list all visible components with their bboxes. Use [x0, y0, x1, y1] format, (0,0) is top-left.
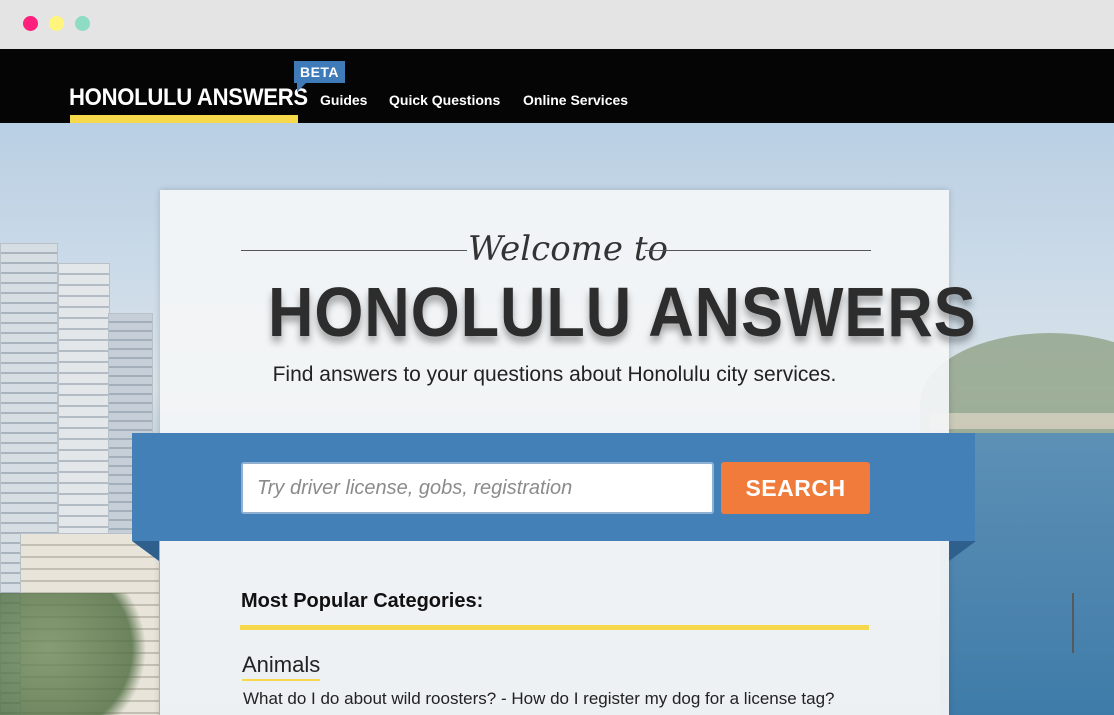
nav-link-online-services[interactable]: Online Services	[523, 92, 628, 108]
palm-trees	[0, 593, 160, 715]
sailboat	[1072, 593, 1112, 653]
page-title: HONOLULU ANSWERS	[268, 273, 977, 351]
beach	[930, 413, 1114, 429]
page-subtitle: Find answers to your questions about Hon…	[272, 363, 837, 386]
beta-badge-pointer	[297, 83, 306, 92]
welcome-divider-right	[645, 250, 871, 251]
window-zoom-button[interactable]	[75, 16, 90, 31]
banner-fold-right	[949, 541, 976, 561]
category-sample-questions: What do I do about wild roosters? - How …	[243, 689, 835, 708]
banner-fold-left	[132, 541, 159, 561]
beta-badge: BETA	[294, 61, 345, 83]
category-link-animals[interactable]: Animals	[242, 652, 321, 681]
welcome-divider-left	[241, 250, 467, 251]
window-minimize-button[interactable]	[49, 16, 64, 31]
nav-link-quick-questions[interactable]: Quick Questions	[389, 92, 500, 108]
welcome-script-text: Welcome to	[468, 229, 668, 269]
popular-categories-heading: Most Popular Categories:	[241, 590, 484, 612]
search-button[interactable]: SEARCH	[721, 462, 870, 514]
site-logo[interactable]: HONOLULU ANSWERS	[69, 84, 308, 112]
popular-categories-rule	[240, 625, 869, 630]
nav-link-guides[interactable]: Guides	[320, 92, 367, 108]
window-close-button[interactable]	[23, 16, 38, 31]
search-input[interactable]	[241, 462, 714, 514]
browser-titlebar	[0, 0, 1114, 49]
